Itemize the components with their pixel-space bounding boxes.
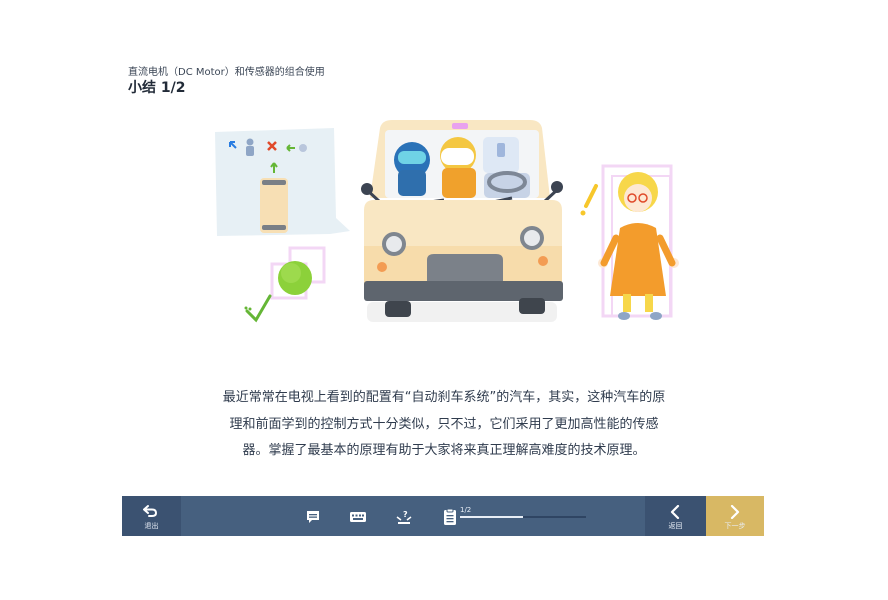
progress-bar bbox=[460, 516, 586, 518]
back-button[interactable]: 返回 bbox=[645, 496, 706, 536]
back-label: 返回 bbox=[668, 522, 683, 530]
exit-button[interactable]: 退出 bbox=[122, 496, 181, 536]
progress-fill bbox=[460, 516, 523, 518]
breadcrumb: 直流电机（DC Motor）和传感器的组合使用 bbox=[128, 67, 325, 78]
page-title: 小结 1/2 bbox=[128, 80, 186, 96]
summary-line: 理和前面学到的控制方式十分类似，只不过，它们采用了更加高性能的传感 bbox=[229, 416, 659, 432]
svg-text:?: ? bbox=[403, 510, 408, 519]
bottom-toolbar: 退出 ? 1/2 返回 下一步 bbox=[122, 496, 764, 536]
notes-icon[interactable] bbox=[441, 508, 459, 526]
car-auto-brake-illustration bbox=[212, 118, 682, 328]
keyboard-icon[interactable] bbox=[349, 508, 367, 526]
summary-line: 最近常常在电视上看到的配置有“自动刹车系统”的汽车，其实，这种汽车的原 bbox=[222, 390, 666, 405]
hint-icon[interactable]: ? bbox=[395, 508, 413, 526]
comment-icon[interactable] bbox=[304, 508, 322, 526]
next-button[interactable]: 下一步 bbox=[706, 496, 764, 536]
chevron-right-icon bbox=[730, 505, 740, 519]
summary-line: 器。掌握了最基本的原理有助于大家将来真正理解高难度的技术原理。 bbox=[242, 443, 646, 458]
exit-icon bbox=[143, 505, 158, 517]
summary-text: 最近常常在电视上看到的配置有“自动刹车系统”的汽车，其实，这种汽车的原 理和前面… bbox=[205, 385, 683, 465]
chevron-left-icon bbox=[670, 505, 680, 519]
next-label: 下一步 bbox=[724, 522, 746, 530]
progress-text: 1/2 bbox=[460, 506, 472, 514]
exit-label: 退出 bbox=[144, 522, 159, 530]
